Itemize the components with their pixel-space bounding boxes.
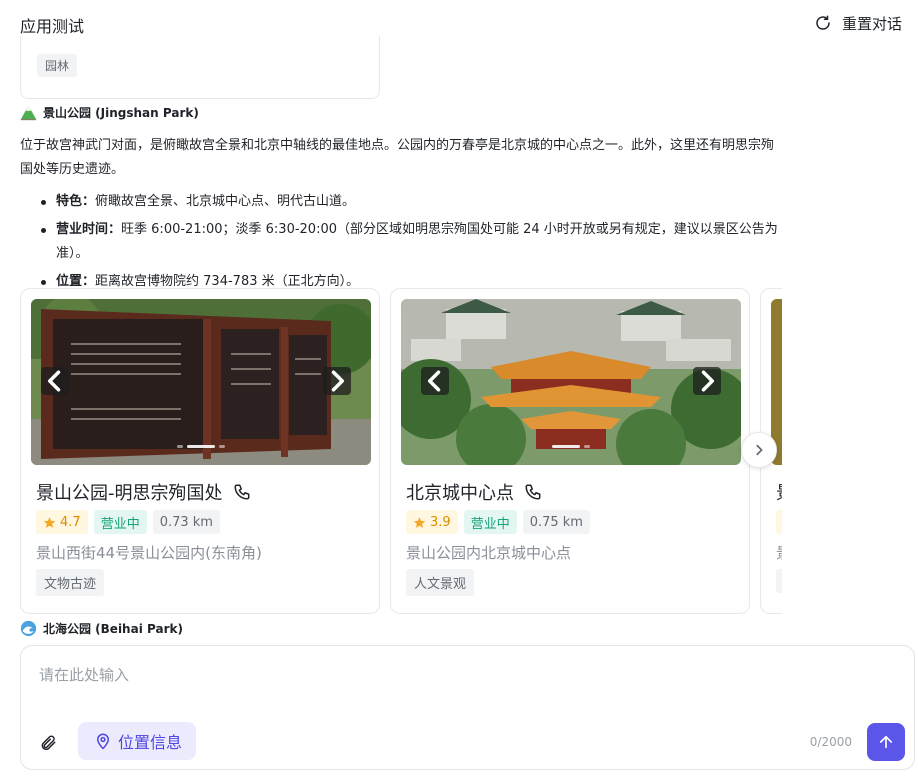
place-meta: 3.9 营业中 0.75 km — [406, 510, 590, 534]
star-icon — [43, 516, 56, 528]
send-button[interactable] — [867, 723, 905, 761]
place-card[interactable]: 景山公园-明思宗殉国处 4.7 营业中 0.73 km 景山西街44号景山公园内… — [20, 288, 380, 614]
photo-prev-button[interactable] — [421, 367, 449, 395]
rating-badge: 4.7 — [36, 510, 88, 534]
photo-next-button[interactable] — [323, 367, 351, 395]
location-label: 位置信息 — [118, 733, 183, 752]
distance-badge: 0.75 km — [522, 510, 590, 534]
photo-prev-button[interactable] — [41, 367, 69, 395]
status-badge: 营业中 — [463, 510, 517, 534]
place-address: 景山西街44号景山公园内(东南角) — [36, 544, 262, 562]
attach-button[interactable] — [39, 734, 59, 754]
photo-pagination — [552, 445, 590, 448]
status-badge: 营业中 — [93, 510, 147, 534]
paperclip-icon — [41, 735, 56, 751]
refresh-icon — [816, 15, 830, 30]
signboard-photo — [31, 299, 371, 465]
app-title: 应用测试 — [20, 17, 85, 36]
phone-icon[interactable] — [233, 483, 251, 501]
photo-pagination — [177, 445, 225, 448]
mountain-icon — [20, 105, 37, 121]
place-address: 景山公园内北京城中心点 — [406, 544, 572, 562]
place-tag: 园林 — [37, 54, 78, 77]
place-meta — [776, 510, 782, 534]
place-title: 景山公园-明思宗殉国处 — [36, 479, 251, 505]
location-button[interactable]: 位置信息 — [78, 722, 197, 760]
chevron-left-icon — [428, 370, 441, 392]
chevron-left-icon — [48, 370, 61, 392]
place-cards-carousel: 景山公园-明思宗殉国处 4.7 营业中 0.73 km 景山西街44号景山公园内… — [20, 288, 782, 616]
message-input[interactable] — [39, 664, 879, 704]
bullet-feature: 特色：俯瞰故宫全景、北京城中心点、明代古山道。 — [38, 190, 780, 214]
chevron-right-icon — [756, 444, 763, 456]
jingshan-paragraph: 位于故宫神武门对面，是俯瞰故宫全景和北京中轴线的最佳地点。公园内的万春亭是北京城… — [20, 138, 775, 177]
place-photo[interactable] — [31, 299, 371, 465]
carousel-next-button[interactable] — [741, 432, 777, 468]
place-tag — [776, 569, 782, 593]
palace-photo — [401, 299, 741, 465]
jingshan-heading: 景山公园 (Jingshan Park) — [20, 104, 199, 121]
place-tag: 文物古迹 — [36, 569, 105, 596]
reset-conversation-button[interactable]: 重置对话 — [814, 12, 902, 34]
place-photo[interactable] — [401, 299, 741, 465]
jingshan-heading-text: 景山公园 (Jingshan Park) — [43, 106, 199, 120]
reset-label: 重置对话 — [841, 14, 902, 33]
chevron-right-icon — [701, 370, 714, 392]
photo-next-button[interactable] — [693, 367, 721, 395]
place-title: 景 — [776, 479, 782, 505]
place-tag: 人文景观 — [406, 569, 475, 596]
distance-badge: 0.73 km — [152, 510, 220, 534]
beihai-heading: 北海公园 (Beihai Park) — [20, 620, 183, 637]
jingshan-bullets: 特色：俯瞰故宫全景、北京城中心点、明代古山道。 营业时间：旺季 6:00-21:… — [38, 190, 780, 294]
place-meta: 4.7 营业中 0.73 km — [36, 510, 220, 534]
phone-icon[interactable] — [524, 483, 542, 501]
bullet-hours: 营业时间：旺季 6:00-21:00；淡季 6:30-20:00（部分区域如明思… — [38, 218, 780, 266]
previous-place-card[interactable]: 园林 — [20, 36, 380, 99]
char-counter: 0/2000 — [809, 735, 852, 749]
place-title: 北京城中心点 — [406, 479, 542, 505]
location-pin-icon — [97, 733, 109, 750]
beihai-heading-text: 北海公园 (Beihai Park) — [43, 622, 183, 636]
rating-badge: 3.9 — [406, 510, 458, 534]
chevron-right-icon — [331, 370, 344, 392]
place-address: 景 — [776, 542, 782, 563]
rating-badge — [776, 510, 782, 534]
place-card[interactable]: 北京城中心点 3.9 营业中 0.75 km 景山公园内北京城中心点 人文景观 — [390, 288, 750, 614]
star-icon — [413, 516, 426, 528]
arrow-up-icon — [879, 735, 893, 749]
chat-composer: 位置信息 0/2000 — [20, 645, 915, 770]
wave-icon — [20, 620, 37, 637]
